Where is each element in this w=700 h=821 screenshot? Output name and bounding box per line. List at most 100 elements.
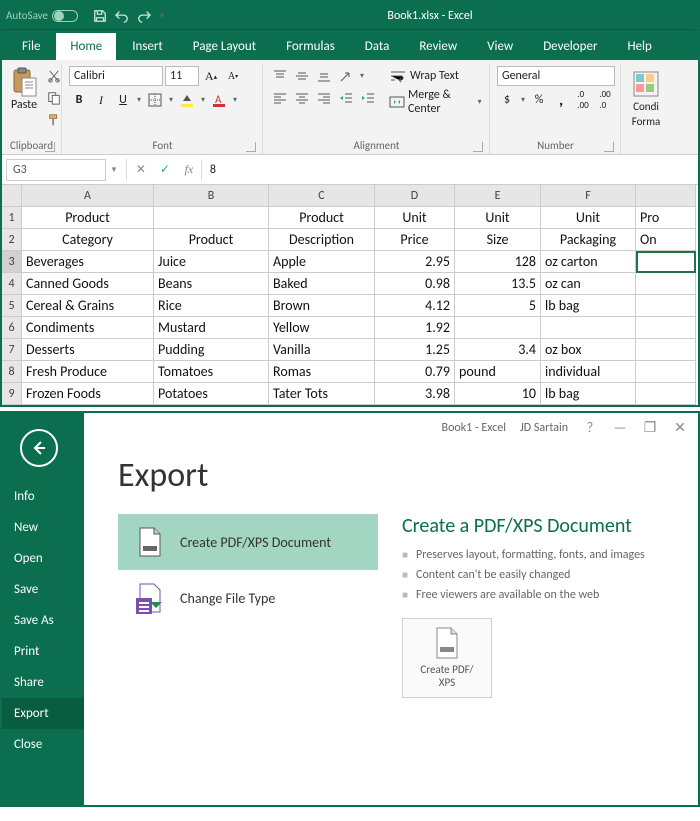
fill-color-icon[interactable] [177,90,197,110]
orientation-icon[interactable] [336,66,356,86]
cell[interactable]: Apple [269,251,375,273]
export-option-0[interactable]: Create PDF/XPS Document [118,514,378,570]
col-header-partial[interactable] [636,185,696,207]
cell[interactable]: Product [154,229,269,251]
row-header-1[interactable]: 1 [2,207,22,229]
cell[interactable] [636,251,696,273]
qat-more-icon[interactable]: ▾ [158,8,166,24]
save-icon[interactable] [92,8,108,24]
create-pdfxps-button[interactable]: Create PDF/ XPS [402,618,492,698]
grow-font-icon[interactable]: A▴ [201,66,221,86]
cell[interactable]: Unit [455,207,541,229]
cut-icon[interactable] [44,66,64,86]
cell[interactable]: 3.4 [455,339,541,361]
accept-formula-icon[interactable]: ✓ [153,159,177,181]
nav-open[interactable]: Open [2,543,84,574]
align-bottom-icon[interactable] [314,66,334,86]
cell[interactable]: 1.92 [375,317,455,339]
nav-info[interactable]: Info [2,481,84,512]
name-box[interactable]: G3 [6,159,106,181]
cell[interactable] [455,317,541,339]
nav-share[interactable]: Share [2,667,84,698]
copy-icon[interactable] [44,88,64,108]
dialog-launcher-icon[interactable] [473,142,483,152]
row-header-5[interactable]: 5 [2,295,22,317]
select-all-corner[interactable] [2,185,22,207]
col-header-B[interactable]: B [154,185,269,207]
row-header-3[interactable]: 3 [2,251,22,273]
cell[interactable]: oz can [541,273,636,295]
nav-new[interactable]: New [2,512,84,543]
align-right-icon[interactable] [314,88,334,108]
cell[interactable]: Pudding [154,339,269,361]
cell[interactable]: Condiments [22,317,154,339]
tab-home[interactable]: Home [56,33,116,60]
tab-insert[interactable]: Insert [118,33,177,60]
cell[interactable]: Baked [269,273,375,295]
cell[interactable]: Product [22,207,154,229]
col-header-A[interactable]: A [22,185,154,207]
undo-icon[interactable] [114,8,130,24]
cell[interactable]: Romas [269,361,375,383]
cell[interactable]: 4.12 [375,295,455,317]
tab-data[interactable]: Data [351,33,404,60]
cancel-formula-icon[interactable]: ✕ [129,159,153,181]
cell[interactable]: Packaging [541,229,636,251]
cell[interactable]: 1.25 [375,339,455,361]
percent-button[interactable]: % [529,90,549,110]
cell[interactable] [541,317,636,339]
cell[interactable]: 128 [455,251,541,273]
row-header-9[interactable]: 9 [2,383,22,405]
cell[interactable]: Beverages [22,251,154,273]
cell[interactable] [636,339,696,361]
cell[interactable]: Desserts [22,339,154,361]
cell[interactable]: Beans [154,273,269,295]
tab-page-layout[interactable]: Page Layout [179,33,270,60]
cell[interactable]: Vanilla [269,339,375,361]
increase-indent-icon[interactable] [358,88,378,108]
cell[interactable] [636,295,696,317]
align-middle-icon[interactable] [292,66,312,86]
row-header-8[interactable]: 8 [2,361,22,383]
tab-file[interactable]: File [8,33,54,60]
font-name-input[interactable]: Calibri [69,66,163,86]
align-left-icon[interactable] [270,88,290,108]
cell[interactable]: Yellow [269,317,375,339]
cell[interactable]: pound [455,361,541,383]
font-color-icon[interactable]: A [209,90,229,110]
tab-formulas[interactable]: Formulas [272,33,349,60]
col-header-D[interactable]: D [375,185,455,207]
align-center-icon[interactable] [292,88,312,108]
decrease-indent-icon[interactable] [336,88,356,108]
cell[interactable]: Juice [154,251,269,273]
cell[interactable]: Description [269,229,375,251]
nav-export[interactable]: Export [2,698,84,729]
cell[interactable]: lb bag [541,383,636,405]
cell[interactable] [154,207,269,229]
tab-help[interactable]: Help [613,33,665,60]
cell[interactable]: Mustard [154,317,269,339]
row-header-6[interactable]: 6 [2,317,22,339]
cell[interactable] [636,273,696,295]
cell[interactable]: 3.98 [375,383,455,405]
cell[interactable]: Brown [269,295,375,317]
cell[interactable]: 10 [455,383,541,405]
cell[interactable]: Potatoes [154,383,269,405]
cell[interactable]: oz box [541,339,636,361]
cell[interactable]: Tomatoes [154,361,269,383]
cell[interactable]: Pro [636,207,696,229]
cell[interactable]: Unit [541,207,636,229]
tab-developer[interactable]: Developer [529,33,611,60]
underline-button[interactable]: U [113,90,133,110]
minimize-icon[interactable]: — [612,419,628,436]
cell[interactable]: Price [375,229,455,251]
currency-button[interactable]: $ [497,90,517,110]
col-header-E[interactable]: E [455,185,541,207]
decrease-decimal-icon[interactable]: .00.0 [595,90,615,110]
bold-button[interactable]: B [69,90,89,110]
cell[interactable]: Unit [375,207,455,229]
cell[interactable]: individual [541,361,636,383]
autosave-toggle[interactable]: AutoSave [6,9,78,22]
font-size-input[interactable]: 11 [165,66,199,86]
export-option-1[interactable]: Change File Type [118,570,378,626]
